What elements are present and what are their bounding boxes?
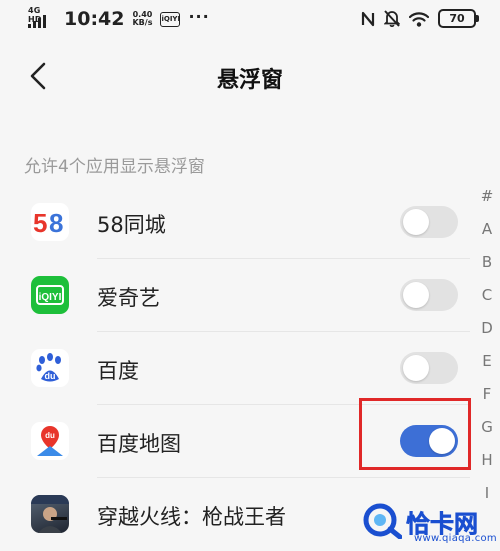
toggle-knob [403,355,429,381]
iqiyi-icon: iQIYI [31,276,69,314]
app-name: 穿越火线：枪战王者 [97,505,286,529]
svg-text:8: 8 [49,208,63,238]
wifi-icon [409,11,429,27]
watermark-url: www.qiaqa.com [414,533,497,544]
svg-text:du: du [45,431,55,440]
58-tongcheng-icon: 5 8 [31,203,69,241]
index-letter[interactable]: G [476,411,498,444]
svg-text:5: 5 [33,208,47,238]
index-letter[interactable]: B [476,246,498,279]
cellular-signal-icon: 4G HD [28,6,54,30]
app-name: 百度 [97,359,139,383]
toggle-knob [403,282,429,308]
clock: 10:42 [64,8,125,30]
crossfire-icon [31,495,69,533]
svg-text:iQIYI: iQIYI [39,292,62,303]
index-letter[interactable]: E [476,345,498,378]
status-bar: 4G HD 10:42 0.40 KB/s iQIYI ··· 70 [0,0,500,42]
floating-window-toggle[interactable] [400,279,458,311]
page-title: 悬浮窗 [216,68,283,93]
index-letter[interactable]: D [476,312,498,345]
more-notifications-icon: ··· [188,6,210,26]
index-letter[interactable]: A [476,213,498,246]
index-letter[interactable]: H [476,444,498,477]
nav-bar: 悬浮窗 [0,42,500,112]
app-name: 58同城 [97,213,166,237]
nfc-icon [361,11,375,26]
floating-window-toggle[interactable] [400,352,458,384]
app-name: 爱奇艺 [97,286,160,310]
app-row-iqiyi: iQIYI 爱奇艺 [0,259,470,332]
section-header: 允许4个应用显示悬浮窗 [24,157,205,177]
index-letter[interactable]: # [476,180,498,213]
battery-icon: 70 [438,9,479,28]
svg-text:du: du [45,371,56,381]
app-row-58tongcheng: 5 8 58同城 [0,186,470,259]
app-name: 百度地图 [97,432,181,456]
network-speed: 0.40 KB/s [132,10,153,27]
app-row-baidu: du 百度 [0,332,470,405]
watermark-logo-icon [363,503,402,539]
toggle-knob [403,209,429,235]
watermark: 恰卡网 www.qiaqa.com [362,503,497,544]
index-letter[interactable]: F [476,378,498,411]
baidu-icon: du [31,349,69,387]
highlight-box [359,398,471,470]
index-letter[interactable]: I [476,477,498,510]
mute-bell-icon [384,10,400,27]
iqiyi-notification-icon: iQIYI [160,11,181,27]
app-list: 5 8 58同城 iQIYI 爱奇艺 du 百度 du 百度地图 穿越火线：枪战… [0,186,470,551]
index-letter[interactable]: C [476,279,498,312]
floating-window-toggle[interactable] [400,206,458,238]
baidu-map-icon: du [31,422,69,460]
alphabet-index[interactable]: # A B C D E F G H I [476,180,498,510]
